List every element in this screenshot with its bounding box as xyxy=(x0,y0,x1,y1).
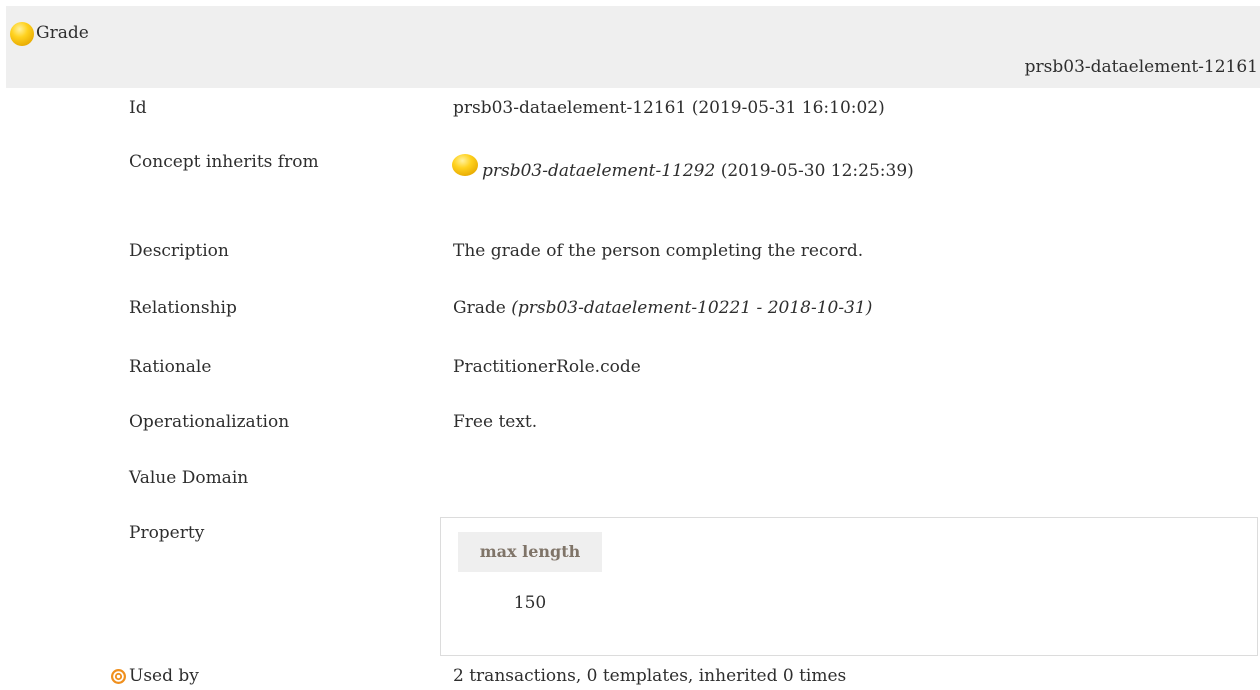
rationale-value: PractitionerRole.code xyxy=(453,357,641,377)
inherits-label: Concept inherits from xyxy=(129,152,319,172)
property-column-header: max length xyxy=(458,532,602,572)
relationship-label: Relationship xyxy=(129,298,237,318)
inherits-value: prsb03-dataelement-11292 (2019-05-30 12:… xyxy=(451,153,914,185)
inherits-link[interactable]: prsb03-dataelement-11292 xyxy=(482,161,715,181)
property-table: max length 150 xyxy=(440,517,1258,656)
concept-id: prsb03-dataelement-12161 xyxy=(1024,57,1258,77)
concept-title: Grade xyxy=(36,23,89,43)
inherits-date: (2019-05-30 12:25:39) xyxy=(715,161,914,181)
description-value: The grade of the person completing the r… xyxy=(453,241,864,261)
yellow-ball-icon xyxy=(9,21,35,52)
relationship-name: Grade xyxy=(453,298,512,318)
rationale-label: Rationale xyxy=(129,357,212,377)
property-label: Property xyxy=(129,523,205,543)
property-cell-value: 150 xyxy=(513,593,547,613)
relationship-value: Grade (prsb03-dataelement-10221 - 2018-1… xyxy=(453,297,872,319)
id-label: Id xyxy=(129,98,147,118)
description-label: Description xyxy=(129,241,229,261)
used-by-value[interactable]: 2 transactions, 0 templates, inherited 0… xyxy=(453,665,846,687)
target-icon xyxy=(110,668,127,690)
used-by-label: Used by xyxy=(129,666,199,686)
operationalization-label: Operationalization xyxy=(129,412,290,432)
id-value: prsb03-dataelement-12161 (2019-05-31 16:… xyxy=(453,98,885,118)
operationalization-value: Free text. xyxy=(453,412,538,432)
yellow-ball-icon xyxy=(451,153,479,185)
concept-header: Grade prsb03-dataelement-12161 xyxy=(6,6,1260,88)
relationship-ref[interactable]: (prsb03-dataelement-10221 - 2018-10-31) xyxy=(511,298,872,318)
value-domain-label: Value Domain xyxy=(129,468,249,488)
